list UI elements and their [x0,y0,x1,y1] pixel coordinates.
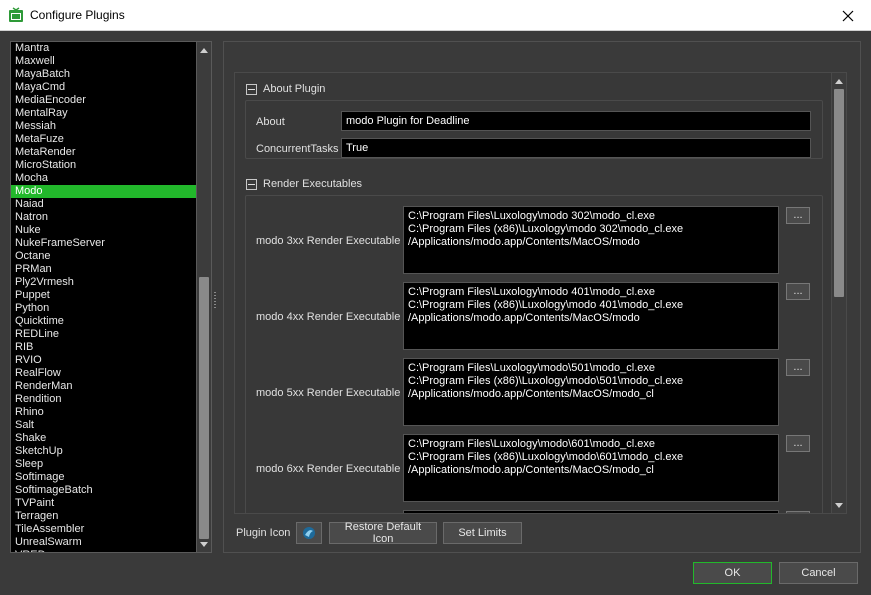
plugin-list[interactable]: Mantra Maxwell MayaBatch MayaCmd MediaEncode… [10,41,197,553]
list-item[interactable]: Ply2Vrmesh [11,276,196,289]
exec-label: modo 3xx Render Executable [256,235,401,247]
about-field[interactable]: modo Plugin for Deadline [341,111,811,131]
list-item[interactable]: Puppet [11,289,196,302]
scroll-down-icon[interactable] [834,500,844,510]
list-item[interactable]: VRED [11,549,196,552]
browse-button[interactable]: ... [786,435,810,452]
list-item[interactable]: Mocha [11,172,196,185]
list-item[interactable]: Softimage [11,471,196,484]
list-item[interactable]: Octane [11,250,196,263]
concurrent-tasks-label: ConcurrentTasks [256,143,339,155]
list-item[interactable]: NukeFrameServer [11,237,196,250]
list-item[interactable]: MicroStation [11,159,196,172]
about-plugin-header[interactable]: About Plugin [246,83,325,95]
list-item[interactable]: Rendition [11,393,196,406]
list-item[interactable]: Terragen [11,510,196,523]
scroll-down-icon[interactable] [199,539,209,549]
list-item[interactable]: MediaEncoder [11,94,196,107]
list-item[interactable]: RenderMan [11,380,196,393]
collapse-icon[interactable] [246,83,257,95]
exec-path-field[interactable] [403,510,779,513]
list-item[interactable]: Maxwell [11,55,196,68]
list-item[interactable]: SoftimageBatch [11,484,196,497]
list-item[interactable]: Modo [11,185,196,198]
list-item[interactable]: Rhino [11,406,196,419]
exec-path-field[interactable]: C:\Program Files\Luxology\modo\601\modo_… [403,434,779,502]
list-item[interactable]: Salt [11,419,196,432]
cancel-button[interactable]: Cancel [779,562,858,584]
list-item[interactable]: Natron [11,211,196,224]
about-plugin-title: About Plugin [263,83,326,95]
title-bar: Configure Plugins [0,0,871,31]
window-title: Configure Plugins [30,8,125,22]
browse-button[interactable]: ... [786,283,810,300]
list-item[interactable]: Nuke [11,224,196,237]
list-item[interactable]: SketchUp [11,445,196,458]
exec-label: modo 4xx Render Executable [256,311,401,323]
splitter-handle[interactable] [214,292,216,308]
plugin-list-scroll-thumb[interactable] [199,277,209,539]
close-icon[interactable] [825,0,871,31]
list-item[interactable]: MetaRender [11,146,196,159]
settings-scrollbar[interactable] [832,72,847,514]
list-item[interactable]: RIB [11,341,196,354]
list-item[interactable]: MayaBatch [11,68,196,81]
list-item[interactable]: Shake [11,432,196,445]
plugin-icon-button[interactable] [296,522,322,544]
concurrent-tasks-field[interactable]: True [341,138,811,158]
list-item[interactable]: MentalRay [11,107,196,120]
exec-path-field[interactable]: C:\Program Files\Luxology\modo\501\modo_… [403,358,779,426]
plugin-icon-label: Plugin Icon [236,527,291,539]
exec-path-field[interactable]: C:\Program Files\Luxology\modo 302\modo_… [403,206,779,274]
list-item[interactable]: Quicktime [11,315,196,328]
list-item[interactable]: Mantra [11,42,196,55]
list-item[interactable]: Python [11,302,196,315]
list-item[interactable]: TVPaint [11,497,196,510]
list-item[interactable]: MetaFuze [11,133,196,146]
browse-button[interactable]: ... [786,359,810,376]
list-item[interactable]: REDLine [11,328,196,341]
modo-icon [303,527,315,539]
browse-button[interactable] [786,511,810,513]
set-limits-button[interactable]: Set Limits [443,522,522,544]
render-executables-header[interactable]: Render Executables [246,178,362,190]
list-item[interactable]: UnrealSwarm [11,536,196,549]
render-executables-title: Render Executables [263,178,363,190]
about-label: About [256,116,285,128]
list-item[interactable]: Naiad [11,198,196,211]
app-icon [8,7,24,23]
settings-area: About Plugin About modo Plugin for Deadl… [234,72,832,514]
collapse-icon[interactable] [246,178,257,190]
list-item[interactable]: RVIO [11,354,196,367]
list-item[interactable]: RealFlow [11,367,196,380]
list-item[interactable]: TileAssembler [11,523,196,536]
list-item[interactable]: Messiah [11,120,196,133]
exec-label: modo 5xx Render Executable [256,387,401,399]
restore-default-icon-button[interactable]: Restore Default Icon [329,521,437,545]
settings-scroll-thumb[interactable] [834,89,844,297]
exec-path-field[interactable]: C:\Program Files\Luxology\modo 401\modo_… [403,282,779,350]
plugin-list-scrollbar[interactable] [197,41,212,553]
list-item[interactable]: MayaCmd [11,81,196,94]
browse-button[interactable]: ... [786,207,810,224]
list-item[interactable]: PRMan [11,263,196,276]
list-item[interactable]: Sleep [11,458,196,471]
scroll-up-icon[interactable] [199,45,209,55]
exec-label: modo 6xx Render Executable [256,463,401,475]
ok-button[interactable]: OK [693,562,772,584]
scroll-up-icon[interactable] [834,76,844,86]
